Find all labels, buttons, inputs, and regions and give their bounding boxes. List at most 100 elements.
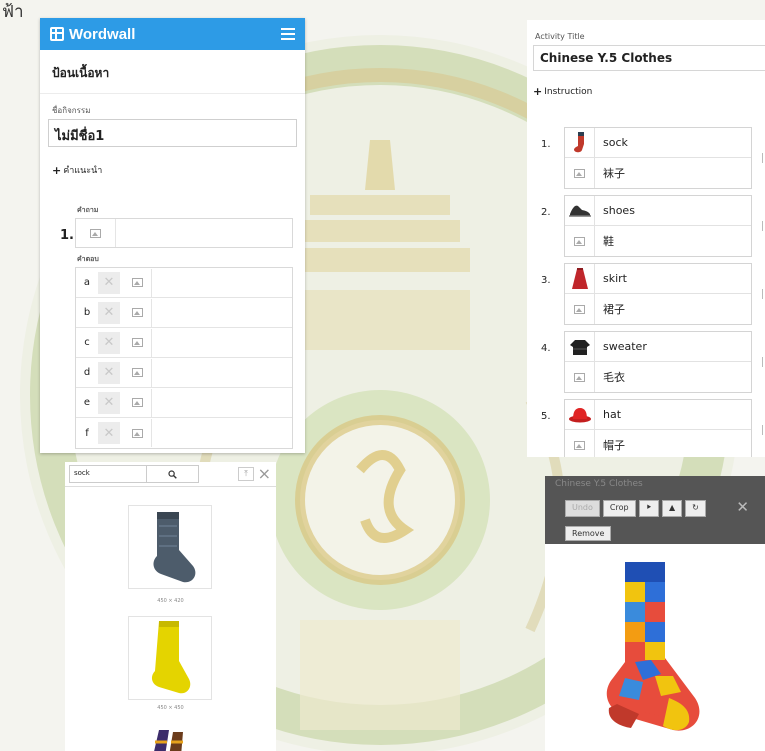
divider <box>762 153 763 163</box>
divider <box>762 289 763 299</box>
upload-icon[interactable]: ⤒ <box>238 467 254 481</box>
mark-incorrect-icon[interactable]: ✕ <box>98 331 120 354</box>
flip-vertical-icon[interactable]: ▲ <box>661 500 683 517</box>
add-image-button[interactable] <box>124 419 152 447</box>
add-instruction-link[interactable]: + Instruction <box>527 71 765 98</box>
instruction-label: Instruction <box>544 86 593 97</box>
skirt-icon[interactable] <box>565 263 595 294</box>
translation-row[interactable]: 毛衣 <box>565 362 751 392</box>
image-size-caption: 450 × 420 <box>157 598 184 604</box>
item-word: skirt <box>603 272 627 285</box>
image-icon <box>132 308 143 317</box>
item-card: shoes 鞋 <box>564 195 752 257</box>
add-image-button[interactable] <box>565 158 595 188</box>
item-card: sock 袜子 <box>564 127 752 189</box>
puzzle-sock-image <box>595 558 705 742</box>
answer-letter: c <box>84 337 90 348</box>
divider <box>762 221 763 231</box>
answer-row[interactable]: c ✕ <box>76 328 292 358</box>
word-row[interactable]: hat <box>565 399 751 430</box>
item-translation: 毛衣 <box>603 371 625 384</box>
add-image-button[interactable] <box>124 328 152 357</box>
answer-letter: b <box>83 307 91 318</box>
sock-icon[interactable] <box>565 127 595 158</box>
answer-list: a ✕ b ✕ c ✕ d ✕ e ✕ f ✕ <box>75 267 293 449</box>
undo-button[interactable]: Undo <box>565 500 600 517</box>
word-row[interactable]: sock <box>565 127 751 158</box>
item-number: 3. <box>541 275 551 286</box>
translation-row[interactable]: 袜子 <box>565 158 751 188</box>
shoes-icon[interactable] <box>565 195 595 226</box>
yellow-sock-image <box>151 621 191 694</box>
remove-button[interactable]: Remove <box>565 526 612 541</box>
wordwall-logo[interactable]: Wordwall <box>50 26 135 43</box>
close-icon[interactable]: × <box>258 464 271 483</box>
item-word: hat <box>603 408 622 421</box>
image-search-panel: sock ⤒ × 450 × 420 450 × 450 <box>65 462 276 751</box>
add-image-button[interactable] <box>565 362 595 392</box>
translation-row[interactable]: 帽子 <box>565 430 751 457</box>
add-image-button[interactable] <box>124 298 152 327</box>
mark-incorrect-icon[interactable]: ✕ <box>98 271 120 294</box>
striped-sock-image <box>154 730 183 751</box>
divider <box>762 357 763 367</box>
add-image-button[interactable] <box>76 219 116 247</box>
answer-row[interactable]: e ✕ <box>76 388 292 418</box>
word-row[interactable]: skirt <box>565 263 751 294</box>
flip-horizontal-icon[interactable]: ⯈ <box>638 500 659 517</box>
list-item: 1. sock 袜子 <box>527 127 765 189</box>
sweater-icon[interactable] <box>565 331 595 362</box>
image-icon <box>574 440 585 450</box>
answer-row[interactable]: d ✕ <box>76 358 292 388</box>
top-bar: Wordwall <box>40 18 305 50</box>
add-image-button[interactable] <box>124 388 152 417</box>
mark-incorrect-icon[interactable]: ✕ <box>98 391 120 414</box>
item-translation: 袜子 <box>603 167 625 180</box>
translation-row[interactable]: 鞋 <box>565 226 751 256</box>
word-row[interactable]: sweater <box>565 331 751 362</box>
add-image-button[interactable] <box>565 430 595 457</box>
close-icon[interactable]: ✕ <box>736 498 749 516</box>
answer-row[interactable]: b ✕ <box>76 298 292 328</box>
crop-button[interactable]: Crop <box>602 500 636 517</box>
answer-row[interactable]: f ✕ <box>76 418 292 448</box>
mark-incorrect-icon[interactable]: ✕ <box>98 361 120 384</box>
question-block: คำถาม คำตอบ a ✕ b ✕ c ✕ d ✕ e ✕ f ✕ <box>75 201 293 449</box>
word-row[interactable]: shoes <box>565 195 751 226</box>
add-image-button[interactable] <box>565 294 595 324</box>
image-search-input[interactable]: sock <box>69 465 147 483</box>
question-label: คำถาม <box>77 206 99 214</box>
mark-incorrect-icon[interactable]: ✕ <box>98 301 120 324</box>
corner-text: ฟ้า <box>2 2 24 22</box>
rotate-icon[interactable]: ↻ <box>685 500 706 517</box>
activity-title-input[interactable]: ไม่มีชื่อ1 <box>48 119 297 147</box>
menu-icon[interactable] <box>281 28 295 40</box>
brand-name: Wordwall <box>69 25 136 43</box>
image-result[interactable] <box>147 726 191 751</box>
image-result[interactable] <box>128 505 212 589</box>
item-card: hat 帽子 <box>564 399 752 457</box>
add-image-button[interactable] <box>565 226 595 256</box>
question-row[interactable] <box>75 218 293 248</box>
hat-icon[interactable] <box>565 399 595 430</box>
search-button[interactable] <box>147 465 199 483</box>
search-icon <box>168 469 177 479</box>
answer-row[interactable]: a ✕ <box>76 268 292 298</box>
add-image-button[interactable] <box>124 268 152 297</box>
item-translation: 裙子 <box>603 303 625 316</box>
add-image-button[interactable] <box>124 358 152 387</box>
crop-toolbar: Chinese Y.5 Clothes Undo Crop ⯈ ▲ ↻ ✕ Re… <box>545 476 765 544</box>
mark-incorrect-icon[interactable]: ✕ <box>98 422 120 444</box>
dialog-title: Chinese Y.5 Clothes <box>555 479 643 489</box>
image-result[interactable] <box>128 616 212 700</box>
add-instruction-link[interactable]: + คำแนะนำ <box>40 147 305 177</box>
crop-dialog: Chinese Y.5 Clothes Undo Crop ⯈ ▲ ↻ ✕ Re… <box>545 476 765 751</box>
list-item: 3. skirt 裙子 <box>527 263 765 325</box>
page-title: ป้อนเนื้อหา <box>40 50 305 94</box>
image-icon <box>574 168 585 178</box>
item-card: skirt 裙子 <box>564 263 752 325</box>
image-icon <box>574 372 585 382</box>
image-icon <box>132 338 143 347</box>
activity-title-input[interactable]: Chinese Y.5 Clothes <box>533 45 765 71</box>
translation-row[interactable]: 裙子 <box>565 294 751 324</box>
